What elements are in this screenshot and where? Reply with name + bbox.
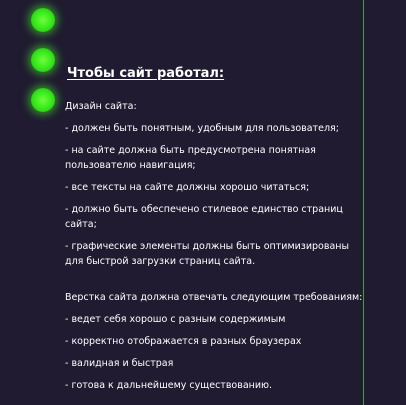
- section-title: Чтобы сайт работал:: [67, 66, 225, 81]
- design-item: - должно быть обеспечено стилевое единст…: [65, 204, 343, 230]
- layout-item: - готова к дальнейшему существованию.: [65, 380, 273, 391]
- green-dot-icon: [31, 88, 55, 112]
- design-heading: Дизайн сайта:: [65, 101, 137, 112]
- layout-item: - валидная и быстрая: [65, 358, 174, 369]
- green-dot-icon: [31, 8, 55, 32]
- design-item: - графические элементы должны быть оптим…: [65, 241, 349, 267]
- layout-item: - ведет себя хорошо с разным содержимым: [65, 314, 286, 325]
- design-item: - все тексты на сайте должны хорошо чита…: [65, 182, 310, 193]
- design-item: - должен быть понятным, удобным для поль…: [65, 123, 339, 134]
- requirements-text: Дизайн сайта: - должен быть понятным, уд…: [65, 99, 365, 400]
- green-dot-icon: [31, 48, 55, 72]
- layout-item: - корректно отображается в разных браузе…: [65, 336, 302, 347]
- layout-heading: Верстка сайта должна отвечать следующим …: [65, 292, 363, 303]
- design-item: - на сайте должна быть предусмотрена пон…: [65, 145, 316, 171]
